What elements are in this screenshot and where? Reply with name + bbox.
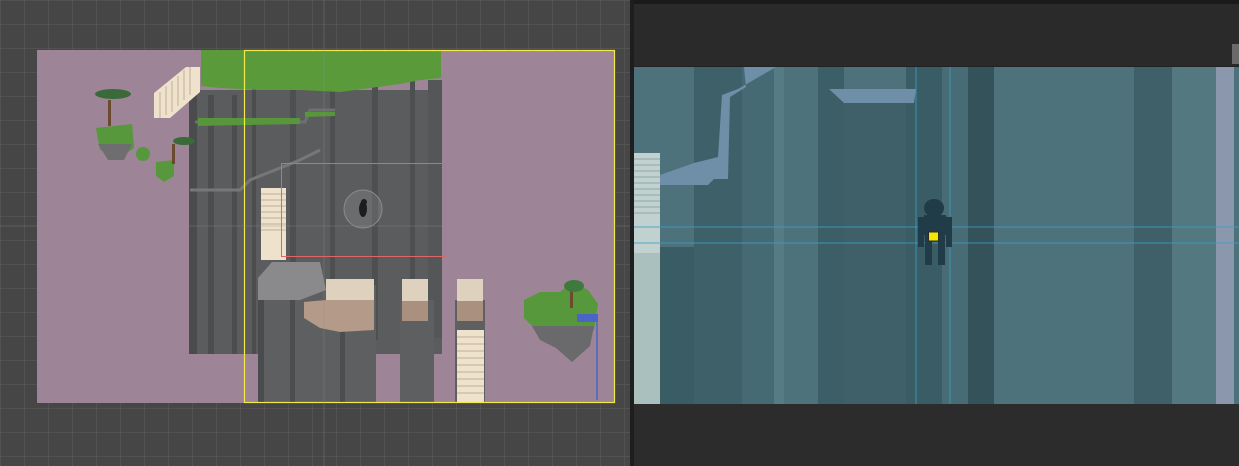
- game-view-panel[interactable]: [634, 0, 1239, 466]
- player-marker: [928, 231, 939, 242]
- scene-view-panel[interactable]: [0, 0, 630, 466]
- game-view-scrollbar[interactable]: [1232, 44, 1239, 64]
- scene-canvas[interactable]: [0, 0, 630, 466]
- game-view-bottom-bar: [634, 404, 1239, 466]
- player-character-icon[interactable]: [343, 189, 383, 229]
- game-view-top-bar: [634, 0, 1239, 66]
- game-canvas: [634, 67, 1239, 405]
